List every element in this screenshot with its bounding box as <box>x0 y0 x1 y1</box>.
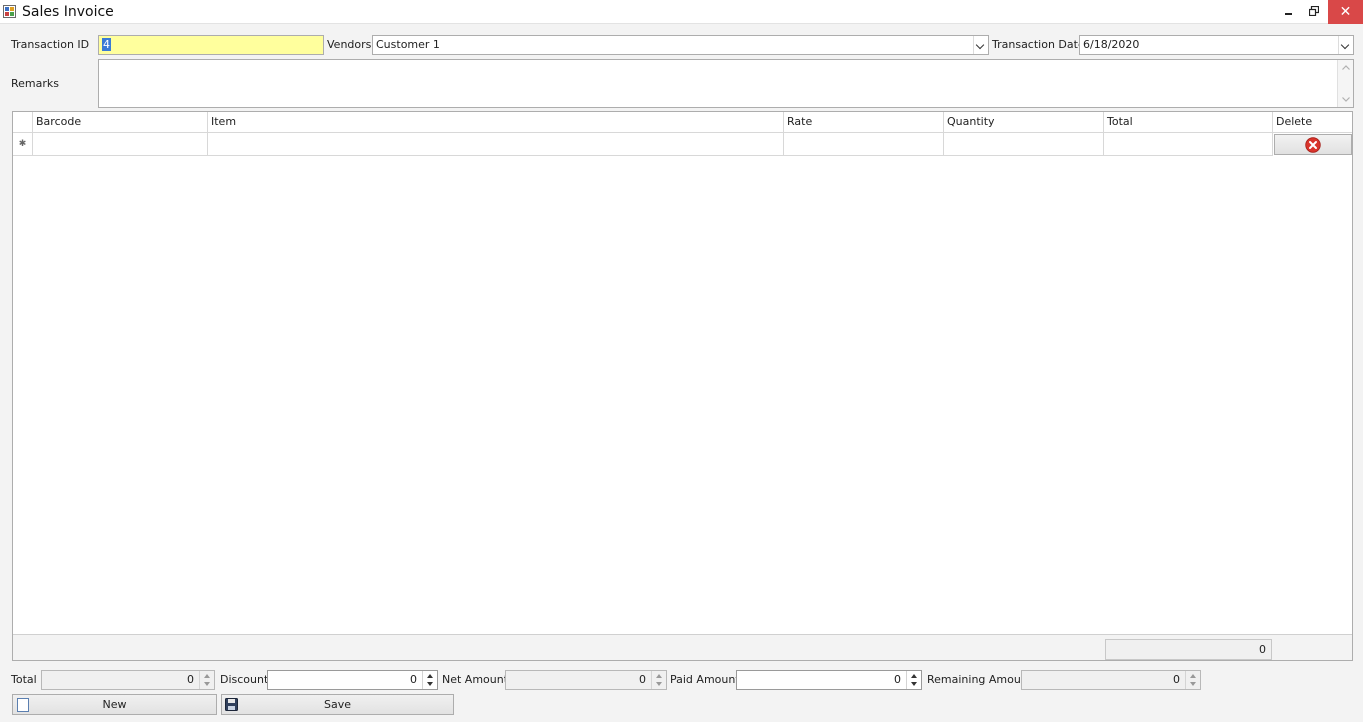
minimize-button[interactable] <box>1276 0 1300 24</box>
transaction-id-input[interactable]: 4 <box>98 35 324 55</box>
grid-summary-row: 0 <box>13 634 1352 660</box>
transaction-id-label: Transaction ID <box>11 38 90 51</box>
cell-quantity[interactable] <box>944 133 1104 156</box>
total-value: 0 <box>187 673 194 686</box>
paid-amount-value: 0 <box>894 673 901 686</box>
remaining-amount-value: 0 <box>1173 673 1180 686</box>
vendors-value: Customer 1 <box>376 38 440 51</box>
discount-field[interactable]: 0 <box>267 670 438 690</box>
remaining-amount-label: Remaining Amount <box>927 673 1033 686</box>
column-header-item[interactable]: Item <box>208 112 784 133</box>
discount-value: 0 <box>410 673 417 686</box>
net-amount-field: 0 <box>505 670 667 690</box>
total-field: 0 <box>41 670 215 690</box>
remaining-amount-field: 0 <box>1021 670 1201 690</box>
title-bar <box>0 0 1363 24</box>
transaction-date-value: 6/18/2020 <box>1083 38 1140 51</box>
window-title: Sales Invoice <box>22 4 114 20</box>
new-button-label: New <box>102 698 127 711</box>
vendors-label: Vendors <box>327 38 372 51</box>
remaining-amount-spinner-icon <box>1185 671 1200 689</box>
net-amount-label: Net Amount <box>442 673 509 686</box>
close-icon: ✕ <box>1339 4 1352 20</box>
delete-row-button[interactable] <box>1274 134 1352 155</box>
remarks-scrollbar[interactable] <box>1337 60 1353 107</box>
net-amount-value: 0 <box>639 673 646 686</box>
chevron-down-icon[interactable] <box>1338 36 1353 54</box>
scroll-down-icon[interactable] <box>1342 97 1350 102</box>
paid-amount-label: Paid Amount <box>670 673 740 686</box>
net-amount-spinner-icon <box>651 671 666 689</box>
transaction-date-picker[interactable]: 6/18/2020 <box>1079 35 1354 55</box>
scroll-up-icon[interactable] <box>1342 65 1350 70</box>
items-grid[interactable]: Barcode Item Rate Quantity Total Delete … <box>12 111 1353 661</box>
cell-total[interactable] <box>1104 133 1273 156</box>
paid-amount-spinner-icon[interactable] <box>906 671 921 689</box>
remarks-textarea[interactable] <box>98 59 1354 108</box>
new-button[interactable]: New <box>12 694 217 715</box>
total-label: Total <box>11 673 37 686</box>
save-button-label: Save <box>323 698 351 711</box>
delete-icon <box>1305 137 1321 153</box>
new-document-icon <box>17 698 29 712</box>
remarks-label: Remarks <box>11 77 59 90</box>
chevron-down-icon[interactable] <box>973 36 988 54</box>
app-form-icon <box>3 5 16 18</box>
restore-button[interactable] <box>1302 0 1326 24</box>
column-header-delete[interactable]: Delete <box>1273 112 1352 133</box>
cell-barcode[interactable] <box>33 133 208 156</box>
discount-label: Discount <box>220 673 269 686</box>
column-header-barcode[interactable]: Barcode <box>33 112 208 133</box>
paid-amount-field[interactable]: 0 <box>736 670 922 690</box>
transaction-date-label: Transaction Date <box>992 38 1085 51</box>
save-button[interactable]: Save <box>221 694 454 715</box>
vendors-combobox[interactable]: Customer 1 <box>372 35 989 55</box>
column-header-total[interactable]: Total <box>1104 112 1273 133</box>
column-header-rate[interactable]: Rate <box>784 112 944 133</box>
cell-item[interactable] <box>208 133 784 156</box>
total-spinner-icon <box>199 671 214 689</box>
restore-icon <box>1309 6 1319 16</box>
column-header-quantity[interactable]: Quantity <box>944 112 1104 133</box>
cell-rate[interactable] <box>784 133 944 156</box>
discount-spinner-icon[interactable] <box>422 671 437 689</box>
grid-total-summary: 0 <box>1105 639 1272 660</box>
new-row-marker: ✱ <box>13 133 33 156</box>
save-disk-icon <box>225 698 238 711</box>
row-header-corner <box>13 112 33 133</box>
close-button[interactable]: ✕ <box>1328 0 1363 24</box>
